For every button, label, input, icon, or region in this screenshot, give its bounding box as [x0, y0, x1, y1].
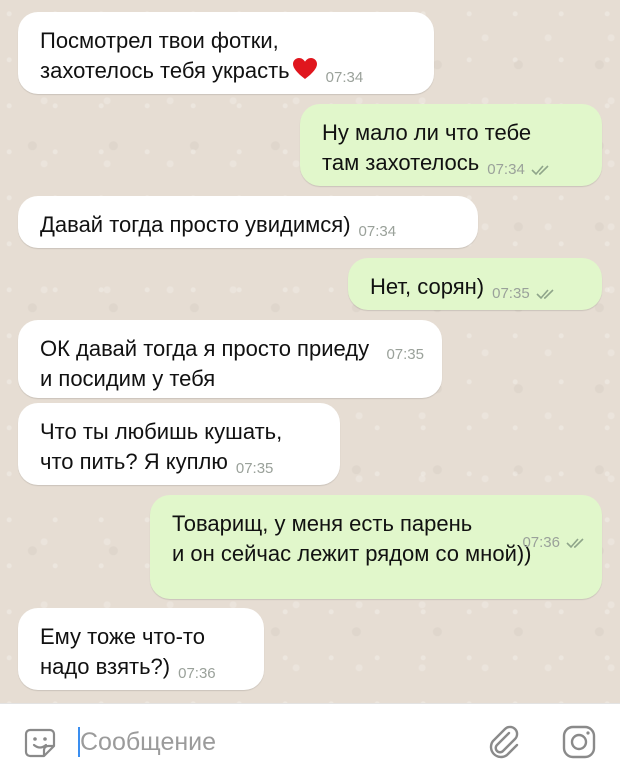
message-incoming[interactable]: Ему тоже что-то надо взять?) 07:36 — [18, 608, 264, 690]
message-text: Товарищ, у меня есть парень и он сейчас … — [172, 511, 532, 566]
message-outgoing[interactable]: Товарищ, у меня есть парень и он сейчас … — [150, 495, 602, 599]
camera-icon[interactable] — [562, 725, 596, 759]
message-incoming[interactable]: Давай тогда просто увидимся) 07:34 — [18, 196, 478, 248]
double-check-icon — [536, 289, 554, 300]
message-time: 07:34 — [358, 223, 397, 240]
message-outgoing[interactable]: Ну мало ли что тебе там захотелось 07:34 — [300, 104, 602, 186]
message-input[interactable]: Сообщение — [80, 728, 216, 757]
message-time: 07:35 — [492, 279, 558, 309]
message-incoming[interactable]: ОК давай тогда я просто приеду и посидим… — [18, 320, 442, 398]
double-check-icon — [531, 165, 549, 176]
message-time: 07:36 — [178, 665, 216, 682]
chat-area: Посмотрел твои фотки, захотелось тебя ук… — [0, 0, 620, 703]
message-text: ОК давай тогда я просто приеду и посидим… — [40, 336, 370, 391]
double-check-icon — [566, 538, 584, 549]
message-text: Нет, сорян) — [370, 274, 485, 299]
message-time: 07:35 — [235, 460, 274, 477]
message-text: Посмотрел твои фотки, захотелось тебя ук… — [40, 28, 290, 83]
message-incoming[interactable]: Посмотрел твои фотки, захотелось тебя ук… — [18, 12, 434, 94]
message-text: Давай тогда просто увидимся) — [40, 212, 351, 237]
paperclip-icon[interactable] — [486, 724, 522, 760]
message-time: 07:35 — [386, 346, 424, 363]
message-outgoing[interactable]: Нет, сорян) 07:35 — [348, 258, 602, 310]
message-composer: Сообщение — [0, 703, 620, 779]
smile-icon[interactable] — [24, 726, 56, 758]
message-time: 07:34 — [325, 69, 364, 86]
message-time: 07:34 — [487, 155, 553, 185]
message-incoming[interactable]: Что ты любишь кушать, что пить? Я куплю 0… — [18, 403, 340, 485]
heart-emoji-icon — [292, 58, 317, 79]
message-time: 07:36 — [522, 495, 588, 591]
